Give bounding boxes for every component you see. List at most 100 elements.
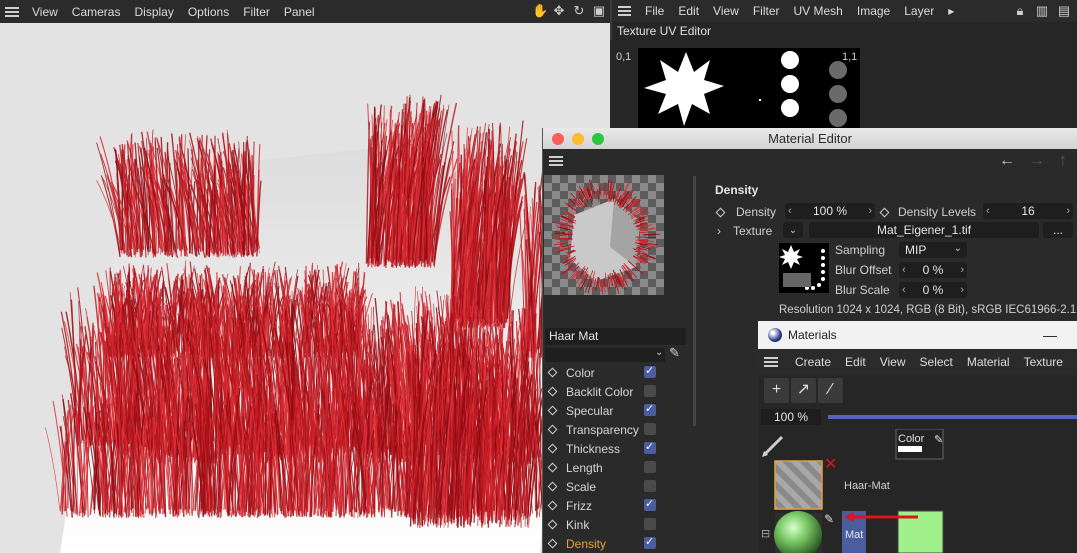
channel-row[interactable]: Density bbox=[543, 534, 693, 553]
menu-icon[interactable] bbox=[764, 357, 778, 367]
keyframe-diamond-icon[interactable] bbox=[547, 500, 558, 511]
uv-menu-filter[interactable]: Filter bbox=[746, 4, 787, 18]
texture-file-field[interactable]: Mat_Eigener_1.tif bbox=[809, 222, 1039, 238]
keyframe-diamond-icon[interactable] bbox=[715, 207, 726, 217]
menu-view[interactable]: View bbox=[25, 5, 65, 19]
uv-menu-view[interactable]: View bbox=[706, 4, 746, 18]
viewport-panel[interactable]: View Cameras Display Options Filter Pane… bbox=[0, 0, 612, 553]
uv-menu-edit[interactable]: Edit bbox=[671, 4, 706, 18]
sampling-dropdown[interactable]: MIP ⌄ bbox=[899, 242, 967, 258]
channel-checkbox[interactable] bbox=[644, 364, 656, 378]
texture-dropdown-button[interactable]: ⌄ bbox=[783, 222, 803, 238]
menu-filter[interactable]: Filter bbox=[236, 5, 277, 19]
keyframe-diamond-icon[interactable] bbox=[547, 367, 558, 378]
material-name-dropdown[interactable] bbox=[545, 348, 665, 362]
mm-menu-material[interactable]: Material bbox=[960, 355, 1017, 369]
expand-chevron-icon[interactable]: › bbox=[717, 224, 721, 238]
mm-menu-view[interactable]: View bbox=[873, 355, 913, 369]
chevron-down-icon[interactable]: ⌄ bbox=[655, 347, 663, 358]
add-icon[interactable]: + bbox=[764, 377, 789, 403]
keyframe-diamond-icon[interactable] bbox=[547, 481, 558, 492]
material-node-area[interactable]: Color ✎ ✕ Haar-Mat ✎ Mat ⊟ bbox=[758, 429, 1077, 553]
channel-row[interactable]: Scale bbox=[543, 477, 693, 496]
channel-row[interactable]: Color bbox=[543, 363, 693, 382]
hand-icon[interactable]: ✋ bbox=[532, 3, 548, 19]
channel-checkbox[interactable] bbox=[644, 440, 656, 454]
texture-thumbnail[interactable] bbox=[779, 243, 829, 293]
channel-row[interactable]: Thickness bbox=[543, 439, 693, 458]
keyframe-diamond-icon[interactable] bbox=[547, 538, 558, 549]
decrement-arrow-icon[interactable]: ‹ bbox=[788, 203, 792, 219]
viewport-scene[interactable] bbox=[0, 23, 612, 553]
channel-checkbox[interactable] bbox=[644, 480, 656, 492]
keyframe-diamond-icon[interactable] bbox=[879, 207, 890, 217]
uv-menu-image[interactable]: Image bbox=[850, 4, 897, 18]
rotate-icon[interactable]: ↻ bbox=[572, 3, 586, 19]
zoom-field[interactable]: 100 % bbox=[761, 409, 821, 425]
increment-arrow-icon[interactable]: › bbox=[868, 203, 872, 219]
decrement-arrow-icon[interactable]: ‹ bbox=[902, 262, 906, 278]
arrow-diagonal-icon[interactable]: ↗ bbox=[791, 377, 816, 403]
material-name-field[interactable]: Haar Mat bbox=[545, 328, 686, 345]
chart-icon[interactable]: ▥ bbox=[1035, 3, 1049, 19]
channel-row[interactable]: Kink bbox=[543, 515, 693, 534]
increment-arrow-icon[interactable]: › bbox=[960, 282, 964, 298]
minimize-button[interactable]: — bbox=[1043, 327, 1057, 343]
decrement-arrow-icon[interactable]: ‹ bbox=[986, 203, 990, 219]
channel-row[interactable]: Length bbox=[543, 458, 693, 477]
uv-menu-uv-mesh[interactable]: UV Mesh bbox=[787, 4, 850, 18]
decrement-arrow-icon[interactable]: ‹ bbox=[902, 282, 906, 298]
forward-arrow-icon[interactable]: → bbox=[1029, 152, 1045, 170]
up-arrow-icon[interactable]: ↑ bbox=[1059, 152, 1067, 170]
mm-menu-edit[interactable]: Edit bbox=[838, 355, 873, 369]
increment-arrow-icon[interactable]: › bbox=[960, 262, 964, 278]
keyframe-diamond-icon[interactable] bbox=[547, 443, 558, 454]
channel-checkbox[interactable] bbox=[644, 497, 656, 511]
channel-row[interactable]: Frizz bbox=[543, 496, 693, 515]
menu-display[interactable]: Display bbox=[127, 5, 180, 19]
channel-checkbox[interactable] bbox=[644, 461, 656, 473]
menu-icon[interactable] bbox=[5, 6, 19, 17]
channel-row[interactable]: Specular bbox=[543, 401, 693, 420]
uv-menu-layer[interactable]: Layer bbox=[897, 4, 941, 18]
channel-checkbox[interactable] bbox=[644, 423, 656, 435]
overflow-arrow-icon[interactable]: ▸ bbox=[941, 4, 961, 18]
menu-icon[interactable] bbox=[618, 6, 631, 16]
menu-icon[interactable] bbox=[549, 156, 563, 166]
mm-menu-select[interactable]: Select bbox=[913, 355, 960, 369]
mm-menu-create[interactable]: Create bbox=[788, 355, 838, 369]
channel-row[interactable]: Backlit Color bbox=[543, 382, 693, 401]
materials-manager-panel[interactable]: Materials — Create Edit View Select Mate… bbox=[758, 321, 1077, 553]
move-icon[interactable]: ✥ bbox=[552, 3, 566, 19]
menu-options[interactable]: Options bbox=[181, 5, 236, 19]
keyframe-diamond-icon[interactable] bbox=[547, 519, 558, 530]
density-field[interactable]: ‹ 100 % › bbox=[785, 203, 875, 219]
lock-icon[interactable]: 🔒︎ bbox=[1013, 3, 1027, 19]
channel-row[interactable]: Transparency bbox=[543, 420, 693, 439]
channel-checkbox[interactable] bbox=[644, 402, 656, 416]
uv-editor-panel[interactable]: File Edit View Filter UV Mesh Image Laye… bbox=[610, 0, 1077, 128]
material-editor-titlebar[interactable]: Material Editor bbox=[543, 128, 1077, 149]
uv-menu-file[interactable]: File bbox=[638, 4, 671, 18]
pencil-icon[interactable]: ✎ bbox=[669, 345, 680, 361]
layout-icon[interactable]: ▤ bbox=[1057, 3, 1071, 19]
menu-panel[interactable]: Panel bbox=[277, 5, 322, 19]
channel-checkbox[interactable] bbox=[644, 385, 656, 397]
uv-canvas[interactable] bbox=[638, 48, 860, 128]
left-pane-scrollbar[interactable] bbox=[693, 176, 696, 426]
texture-browse-button[interactable]: ... bbox=[1043, 222, 1073, 238]
maximize-icon[interactable]: ▣ bbox=[592, 3, 606, 19]
increment-arrow-icon[interactable]: › bbox=[1066, 203, 1070, 219]
density-levels-field[interactable]: ‹ 16 › bbox=[983, 203, 1073, 219]
eyedropper-icon[interactable]: ⁄ bbox=[818, 377, 843, 403]
keyframe-diamond-icon[interactable] bbox=[547, 386, 558, 397]
blur-offset-field[interactable]: ‹ 0 % › bbox=[899, 262, 967, 278]
channel-checkbox[interactable] bbox=[644, 535, 656, 549]
back-arrow-icon[interactable]: ← bbox=[999, 152, 1015, 170]
channel-checkbox[interactable] bbox=[644, 518, 656, 530]
mm-menu-texture[interactable]: Texture bbox=[1017, 355, 1070, 369]
blur-scale-field[interactable]: ‹ 0 % › bbox=[899, 282, 967, 298]
material-preview[interactable] bbox=[544, 175, 664, 295]
keyframe-diamond-icon[interactable] bbox=[547, 462, 558, 473]
menu-cameras[interactable]: Cameras bbox=[65, 5, 128, 19]
